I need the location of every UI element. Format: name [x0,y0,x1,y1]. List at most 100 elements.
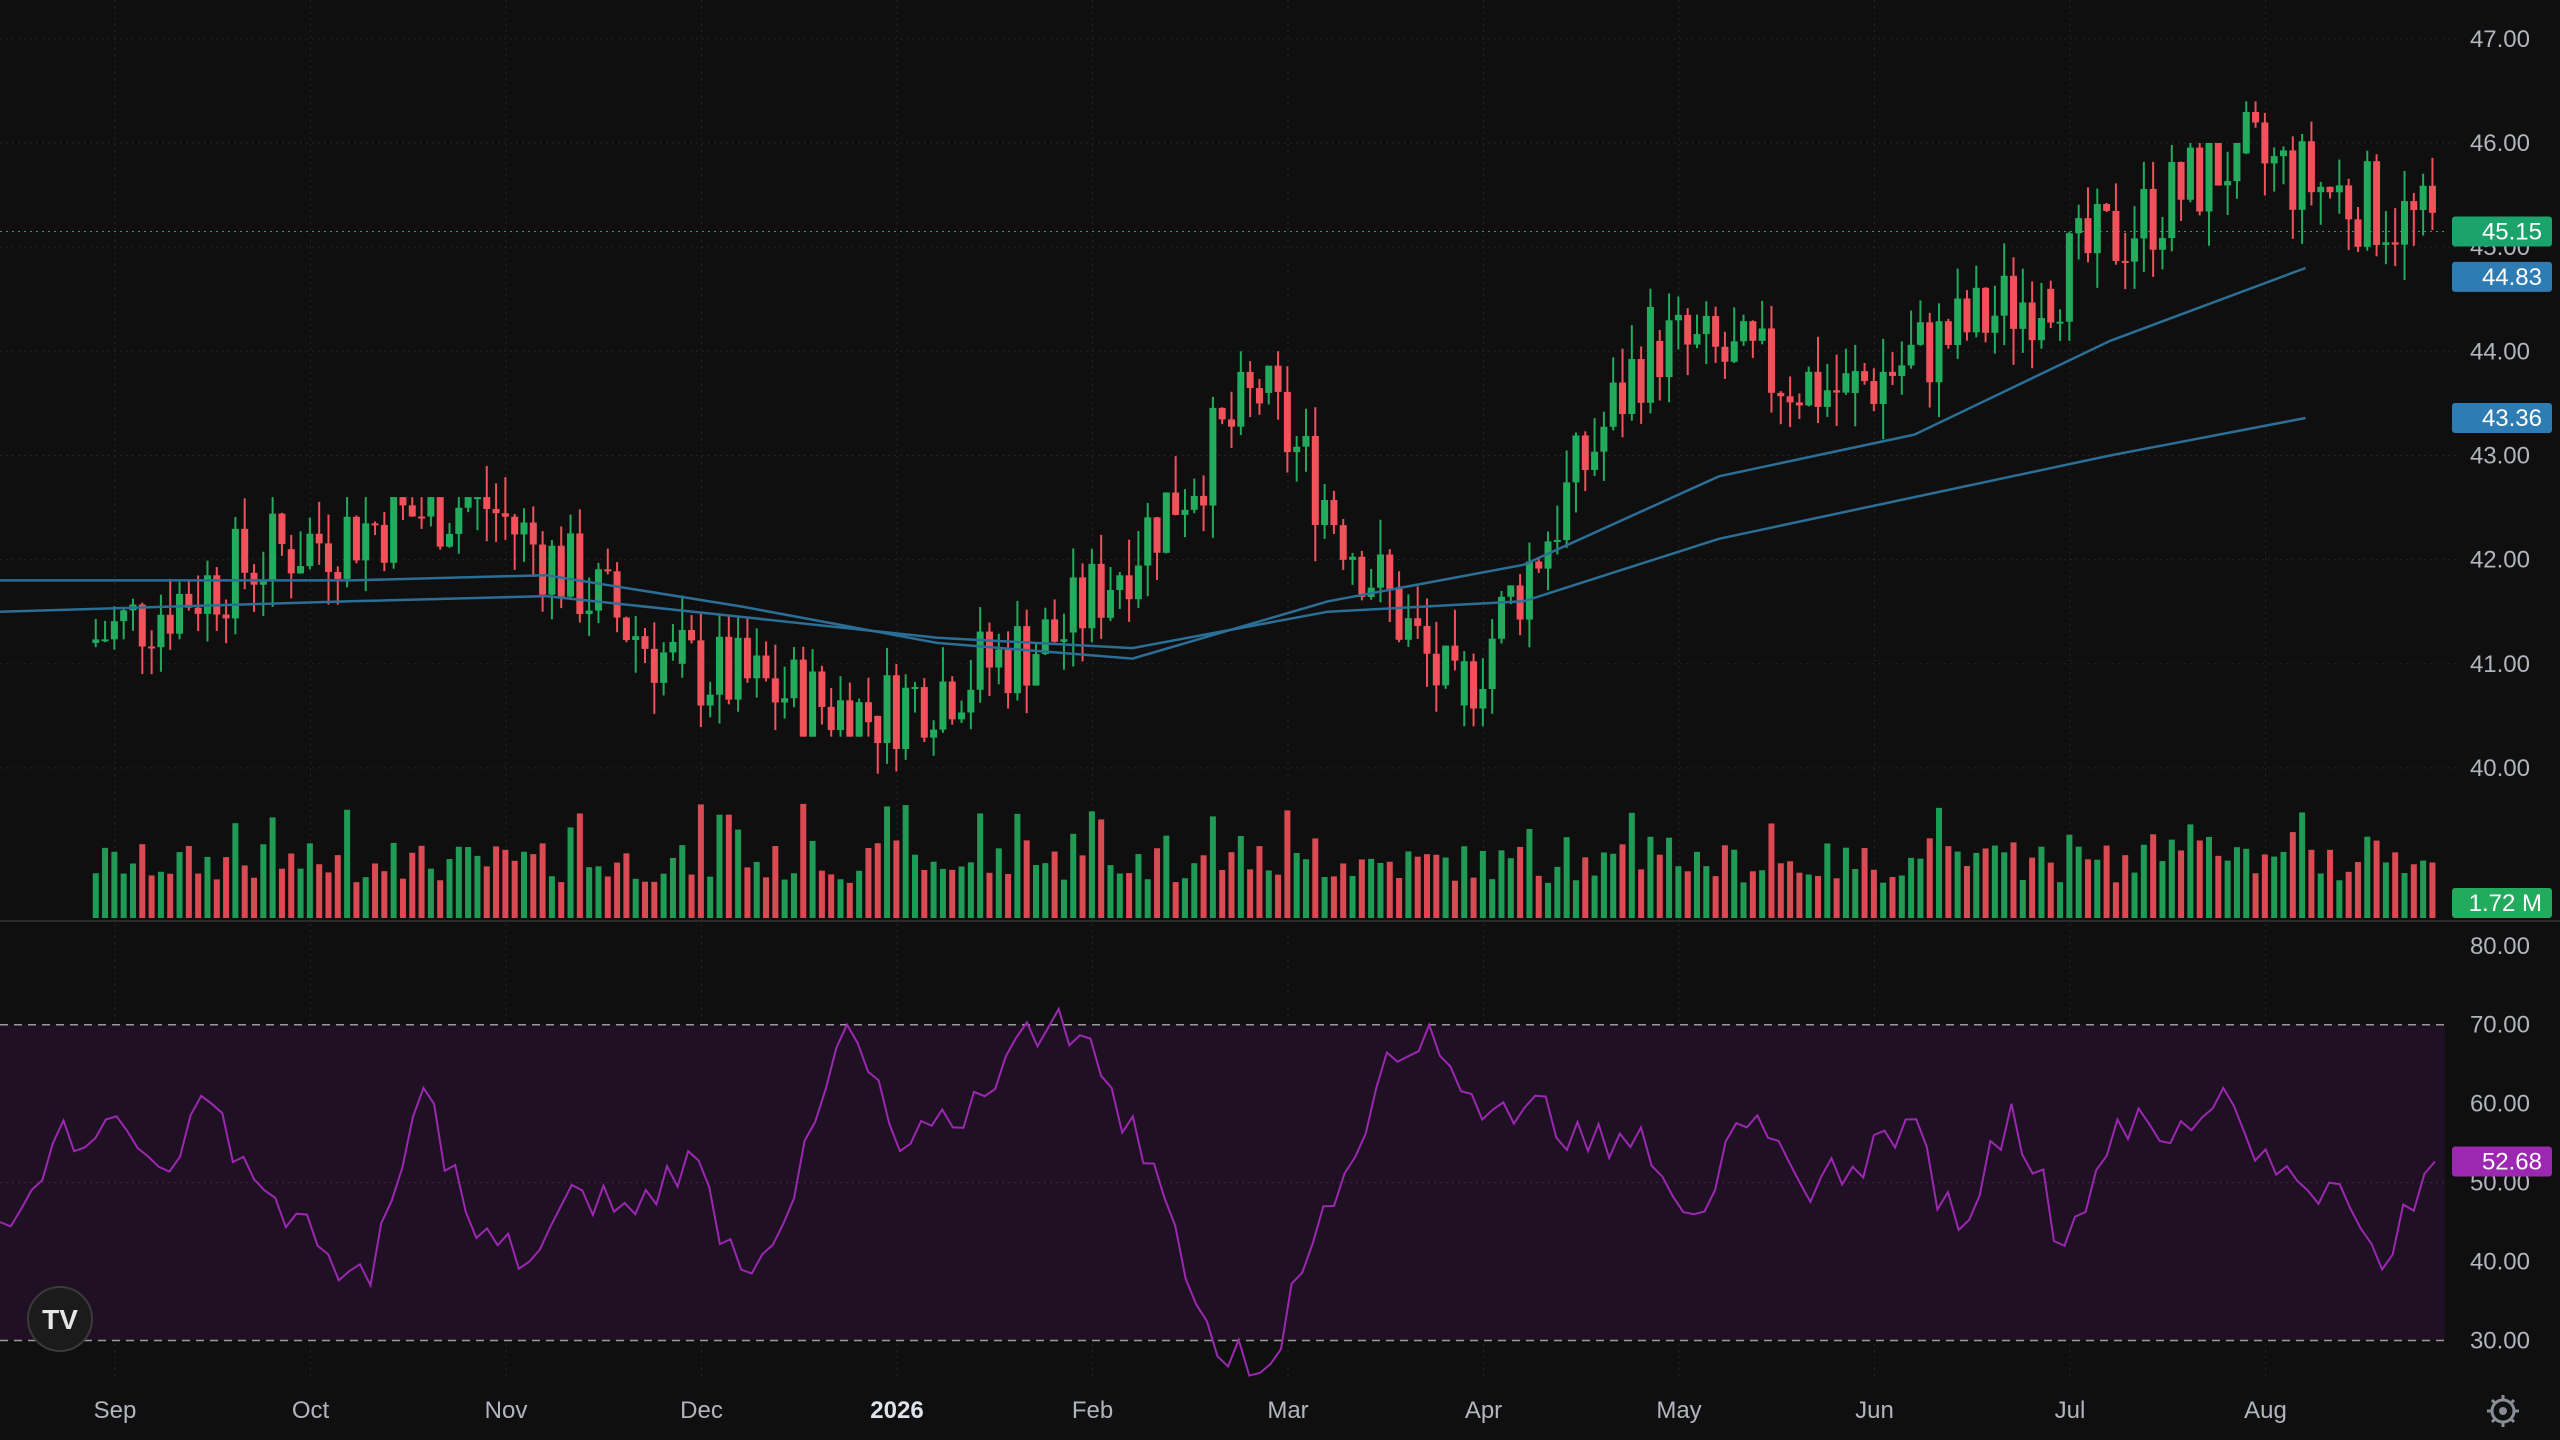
candle-body[interactable] [343,516,351,579]
candle-body[interactable] [1684,314,1692,345]
candle-body[interactable] [1442,645,1450,686]
candle-body[interactable] [483,497,491,509]
candle-body[interactable] [2205,142,2213,212]
candle-body[interactable] [2224,181,2232,186]
candle-body[interactable] [2289,150,2297,210]
candle-body[interactable] [362,523,370,561]
candle-body[interactable] [2317,186,2325,193]
candle-body[interactable] [176,593,184,634]
candle-body[interactable] [688,629,696,641]
candle-body[interactable] [1572,435,1580,483]
candle-body[interactable] [1730,341,1738,362]
candle-body[interactable] [1674,314,1682,321]
candle-body[interactable] [1488,638,1496,690]
candle-body[interactable] [1032,654,1040,686]
candle-body[interactable] [2168,162,2176,239]
candle-body[interactable] [501,513,509,517]
candle-body[interactable] [2047,288,2055,323]
candle-body[interactable] [1311,435,1319,526]
candle-body[interactable] [1740,321,1748,342]
candle-body[interactable] [1023,626,1031,686]
candle-body[interactable] [2103,204,2111,211]
candle-body[interactable] [1283,391,1291,453]
candle-body[interactable] [1823,390,1831,407]
candle-body[interactable] [2270,156,2278,164]
candle-body[interactable] [120,610,128,622]
candle-body[interactable] [2093,204,2101,254]
candle-body[interactable] [930,729,938,738]
candle-body[interactable] [1358,556,1366,597]
candle-body[interactable] [1041,619,1049,655]
stock-chart[interactable]: 47.0046.0045.0044.0043.0042.0041.0040.00… [0,0,2560,1440]
candle-body[interactable] [1349,556,1357,560]
candle-body[interactable] [1255,388,1263,404]
candle-body[interactable] [1758,328,1766,341]
candle-body[interactable] [1786,396,1794,403]
candle-body[interactable] [2149,188,2157,250]
candle-body[interactable] [1330,500,1338,526]
candle-body[interactable] [576,533,584,615]
candle-body[interactable] [1963,298,1971,333]
candle-body[interactable] [352,516,360,561]
candle-body[interactable] [2391,242,2399,245]
candle-body[interactable] [650,648,658,683]
candle-body[interactable] [1935,321,1943,383]
candle-body[interactable] [2000,275,2008,316]
candle-body[interactable] [1926,322,1934,383]
candle-body[interactable] [2186,147,2194,200]
candle-body[interactable] [1404,618,1412,640]
candle-body[interactable] [939,681,947,730]
candle-body[interactable] [762,655,770,679]
candle-body[interactable] [1833,390,1841,393]
candle-body[interactable] [1470,661,1478,709]
rsi-pane[interactable] [0,1006,2445,1377]
candle-body[interactable] [1749,321,1757,341]
candle-body[interactable] [1274,365,1282,392]
candle-body[interactable] [2112,210,2120,261]
candle-body[interactable] [557,545,565,597]
candle-body[interactable] [92,639,100,643]
candle-body[interactable] [529,522,537,545]
candle-body[interactable] [771,678,779,703]
candle-body[interactable] [287,549,295,574]
candle-body[interactable] [1479,689,1487,709]
logo[interactable]: TV [27,1286,93,1352]
candle-body[interactable] [1563,482,1571,541]
candle-body[interactable] [2131,238,2139,262]
candle-body[interactable] [399,497,407,506]
candle-body[interactable] [1814,371,1822,407]
candle-body[interactable] [1051,619,1059,642]
candle-body[interactable] [2196,147,2204,212]
candle-body[interactable] [464,497,472,508]
candle-body[interactable] [1851,371,1859,393]
candle-body[interactable] [1144,517,1152,566]
candle-body[interactable] [1228,419,1236,427]
candle-body[interactable] [390,497,398,563]
candle-body[interactable] [1907,344,1915,366]
candle-body[interactable] [101,639,109,642]
candle-body[interactable] [1423,625,1431,654]
candle-body[interactable] [855,702,863,737]
candle-body[interactable] [297,566,305,574]
candle-body[interactable] [1954,298,1962,345]
candle-body[interactable] [567,533,575,597]
candle-body[interactable] [1451,645,1459,661]
candle-body[interactable] [734,637,742,700]
candle-body[interactable] [1525,561,1533,620]
candle-body[interactable] [371,523,379,526]
candle-body[interactable] [1460,661,1468,706]
candle-body[interactable] [324,543,332,572]
candle-body[interactable] [1628,359,1636,415]
candle-body[interactable] [1097,563,1105,618]
candle-body[interactable] [874,715,882,744]
candle-body[interactable] [408,505,416,517]
candle-body[interactable] [1060,639,1068,642]
candle-body[interactable] [1376,554,1384,588]
candle-body[interactable] [678,629,686,664]
candle-body[interactable] [632,636,640,640]
candle-body[interactable] [166,614,174,634]
candle-body[interactable] [511,516,519,535]
candle-body[interactable] [604,569,612,572]
candle-body[interactable] [334,571,342,579]
candle-body[interactable] [1982,287,1990,333]
